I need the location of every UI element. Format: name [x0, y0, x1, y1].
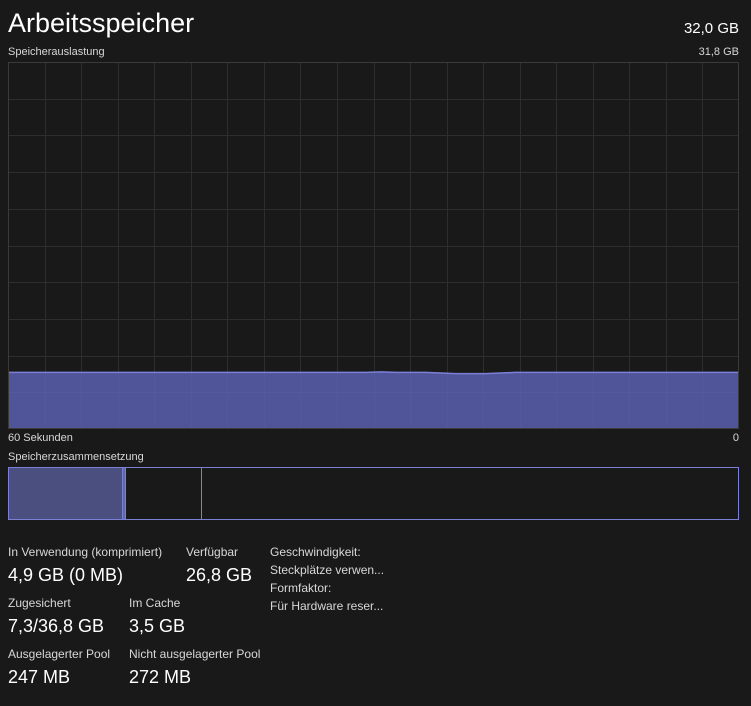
usage-graph-label: Speicherauslastung — [8, 46, 105, 58]
committed-value: 7,3/36,8 GB — [8, 616, 105, 636]
form-factor-label: Formfaktor: — [270, 581, 332, 595]
composition-standby[interactable] — [126, 468, 202, 519]
available-label: Verfügbar — [186, 545, 239, 559]
page-title: Arbeitsspeicher — [8, 8, 195, 38]
paged-pool-label: Ausgelagerter Pool — [8, 647, 111, 661]
in-use-label: In Verwendung (komprimiert) — [8, 545, 163, 559]
composition-label: Speicherzusammensetzung — [8, 451, 144, 463]
graph-time-end: 0 — [732, 432, 739, 444]
speed-label: Geschwindigkeit: — [270, 545, 361, 559]
memory-composition-bar[interactable] — [8, 467, 739, 520]
nonpaged-pool-value: 272 MB — [129, 667, 192, 687]
hardware-reserved-label: Für Hardware reser... — [270, 599, 384, 613]
graph-time-start: 60 Sekunden — [8, 432, 73, 444]
total-memory: 32,0 GB — [683, 20, 739, 37]
paged-pool-value: 247 MB — [8, 667, 71, 687]
available-value: 26,8 GB — [186, 565, 253, 585]
cached-value: 3,5 GB — [129, 616, 186, 636]
composition-in-use[interactable] — [9, 468, 123, 519]
usage-graph-max: 31,8 GB — [698, 46, 739, 58]
cached-label: Im Cache — [129, 596, 181, 610]
nonpaged-pool-label: Nicht ausgelagerter Pool — [129, 647, 261, 661]
committed-label: Zugesichert — [8, 596, 71, 610]
usage-area — [8, 371, 739, 429]
in-use-value: 4,9 GB (0 MB) — [8, 565, 124, 585]
slots-label: Steckplätze verwen... — [270, 563, 385, 577]
memory-usage-graph — [8, 62, 739, 429]
